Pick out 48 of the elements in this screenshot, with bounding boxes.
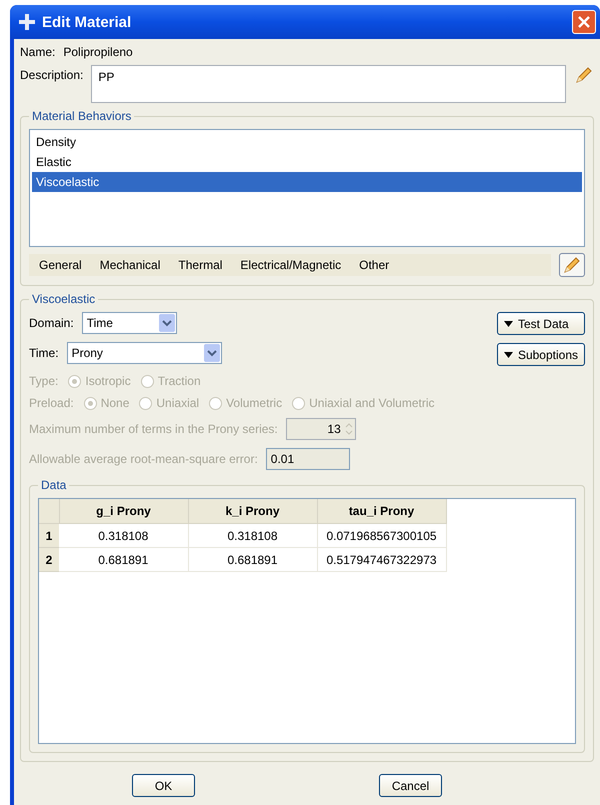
radio-group-label: Type: <box>29 374 58 388</box>
radio-group-label: Preload: <box>29 396 74 410</box>
domain-label: Domain: <box>29 316 74 330</box>
table-cell: 0.681891 <box>59 548 188 572</box>
menu-item[interactable]: General <box>39 258 82 272</box>
group-title: Data <box>40 478 68 492</box>
triangle-down-icon <box>504 352 513 358</box>
rms-error-field[interactable]: 0.01 <box>266 448 350 470</box>
menu-item[interactable]: Other <box>359 258 390 272</box>
behavior-item[interactable]: Elastic <box>32 152 582 172</box>
group-title: Material Behaviors <box>31 109 132 123</box>
table-cell: 0.071968567300105 <box>317 524 446 548</box>
options-button[interactable]: Suboptions <box>496 343 585 366</box>
time-label: Time: <box>29 346 59 360</box>
menu-item[interactable]: Thermal <box>178 258 222 272</box>
model-dropdown[interactable]: Prony <box>66 342 222 364</box>
group-title: Viscoelastic <box>31 292 96 306</box>
pencil-icon[interactable] <box>574 65 594 85</box>
name-label: Name: <box>20 45 56 59</box>
behavior-item[interactable]: Viscoelastic <box>32 172 582 192</box>
rms-error-label: Allowable average root-mean-square error: <box>29 452 258 466</box>
edit-button[interactable] <box>559 253 585 277</box>
menu-item[interactable]: Mechanical <box>100 258 160 272</box>
close-button[interactable] <box>572 10 596 34</box>
table-cell: 0.517947467322973 <box>317 548 446 572</box>
pencil-icon <box>562 255 582 275</box>
column-header[interactable]: k_i Prony <box>188 499 317 524</box>
window-title: Edit Material <box>42 14 132 30</box>
dialog-button[interactable]: OK <box>132 774 195 797</box>
description-field[interactable]: PP <box>91 65 566 103</box>
options-button[interactable]: Test Data <box>496 312 585 335</box>
close-icon <box>578 16 590 28</box>
domain-dropdown[interactable]: Time <box>82 312 177 334</box>
column-header[interactable]: tau_i Prony <box>317 499 446 524</box>
table-cell: 0.318108 <box>59 524 188 548</box>
menu-item[interactable]: Electrical/Magnetic <box>240 258 342 272</box>
column-header[interactable]: g_i Prony <box>59 499 188 524</box>
triangle-down-icon <box>504 320 513 326</box>
plus-icon <box>18 13 36 31</box>
table-cell: 0.318108 <box>188 524 317 548</box>
description-label: Description: <box>20 67 84 82</box>
behavior-item[interactable]: Density <box>32 132 582 152</box>
name-value: Polipropileno <box>63 45 133 59</box>
max-terms-label: Maximum number of terms in the Prony series: <box>29 422 278 436</box>
table-cell: 0.681891 <box>188 548 317 572</box>
row-header: 2 <box>39 548 59 572</box>
dialog-button[interactable]: Cancel <box>379 774 442 797</box>
row-header: 1 <box>39 524 59 548</box>
